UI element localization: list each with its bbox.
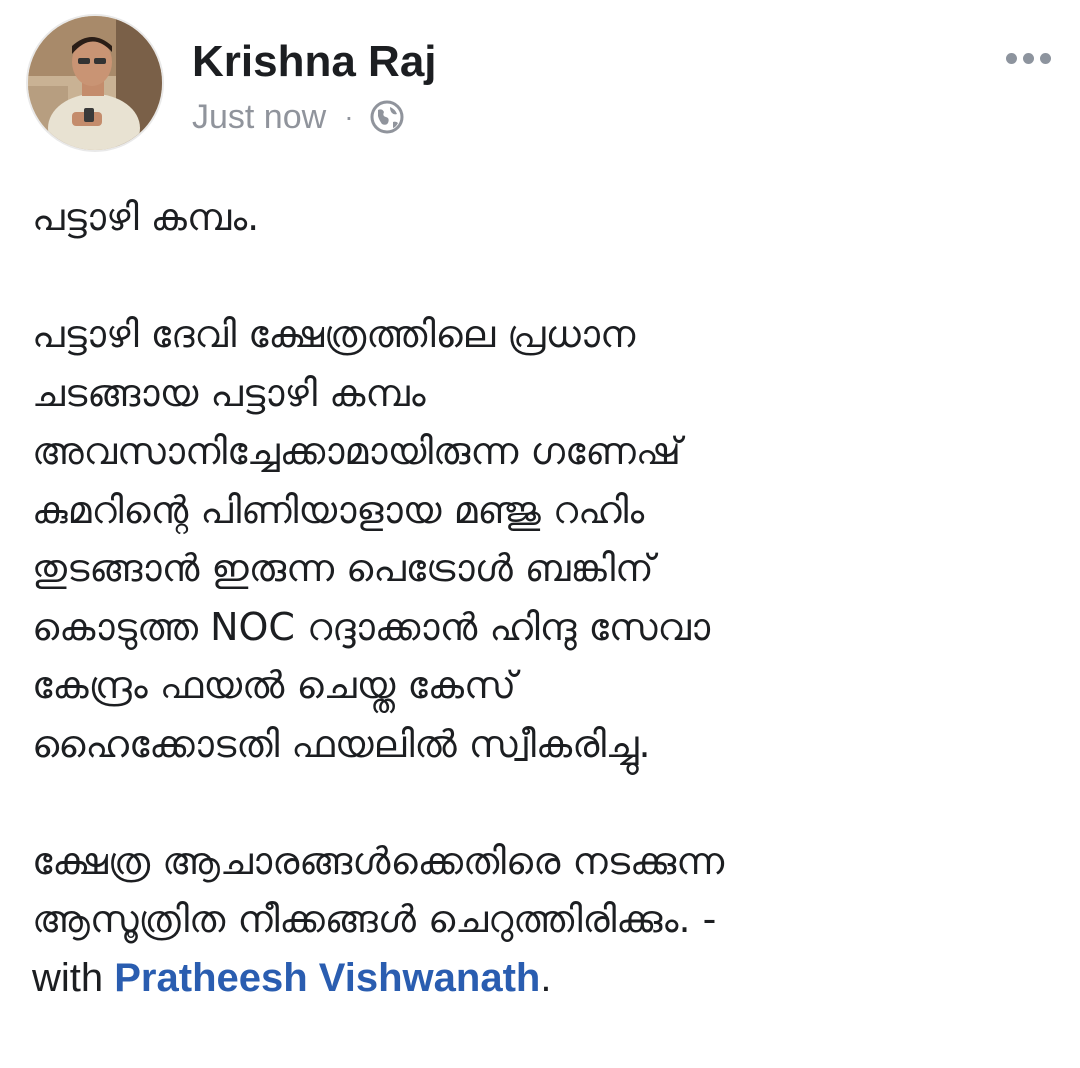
globe-icon[interactable]: [368, 98, 406, 136]
post-paragraph-1: പട്ടാഴി ദേവി ക്ഷേത്രത്തിലെ പ്രധാന ചടങ്ങാ…: [32, 305, 1062, 773]
post-header: Krishna Raj Just now ·: [0, 0, 1080, 170]
text-line: ചടങ്ങായ പട്ടാഴി കമ്പം: [32, 370, 426, 415]
author-avatar[interactable]: [26, 14, 164, 152]
text-line: കുമറിന്റെ പിണിയാളായ മഞ്ജു റഹിം: [32, 487, 645, 532]
more-horizontal-icon: [1022, 52, 1034, 64]
tagged-with-line: with Pratheesh Vishwanath.: [32, 949, 1062, 1008]
avatar-photo: [28, 16, 162, 150]
post-paragraph-2: ക്ഷേത്ര ആചാരങ്ങൾക്കെതിരെ നടക്കുന്ന ആസൂത്…: [32, 832, 1062, 1008]
post-meta: Just now ·: [192, 94, 406, 140]
text-line: കൊടുത്ത NOC റദ്ദാക്കാൻ ഹിന്ദു സേവാ: [32, 604, 711, 649]
text-line: ആസൂത്രിത നീക്കങ്ങൾ ചെറുത്തിരിക്കും. -: [32, 897, 717, 941]
text-line: പട്ടാഴി ദേവി ക്ഷേത്രത്തിലെ പ്രധാന: [32, 312, 636, 356]
text-line: ക്ഷേത്ര ആചാരങ്ങൾക്കെതിരെ നടക്കുന്ന: [32, 838, 725, 883]
author-name[interactable]: Krishna Raj: [192, 36, 437, 88]
text-line: കേന്ദ്രം ഫയൽ ചെയ്ത കേസ്: [32, 663, 517, 707]
more-horizontal-icon: [1039, 52, 1051, 64]
text-line: അവസാനിച്ചേക്കാമായിരുന്ന ഗണേഷ്: [32, 429, 681, 473]
post-body: പട്ടാഴി കമ്പം. പട്ടാഴി ദേവി ക്ഷേത്രത്തില…: [32, 188, 1062, 1007]
post-title-line: പട്ടാഴി കമ്പം.: [32, 195, 260, 239]
text-line: തുടങ്ങാൻ ഇരുന്ന പെട്രോൾ ബങ്കിന്: [32, 546, 654, 590]
with-prefix: with: [32, 955, 115, 1000]
with-suffix: .: [540, 955, 552, 1000]
tagged-person-link[interactable]: Pratheesh Vishwanath: [114, 956, 540, 1000]
post-timestamp[interactable]: Just now: [192, 98, 326, 137]
meta-separator: ·: [344, 101, 354, 132]
facebook-post: Krishna Raj Just now · പട്ടാഴി കമ്പം. പട…: [0, 0, 1080, 1068]
more-horizontal-icon: [1005, 52, 1017, 64]
more-options-button[interactable]: [998, 40, 1058, 76]
text-line: ഹൈക്കോടതി ഫയലിൽ സ്വീകരിച്ചു.: [32, 721, 651, 766]
